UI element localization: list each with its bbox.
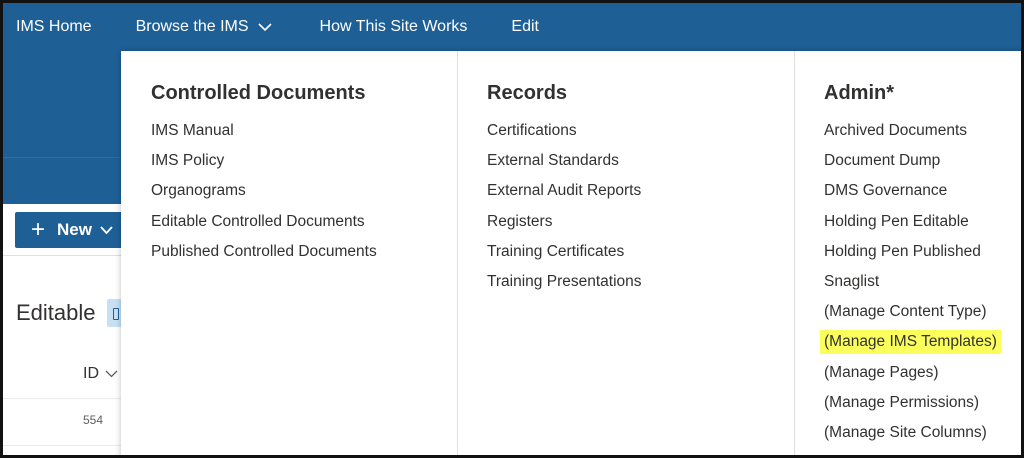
menu-link[interactable]: Snaglist bbox=[824, 271, 1001, 301]
chevron-down-icon bbox=[100, 225, 113, 234]
column-header-id[interactable]: ID bbox=[83, 365, 118, 383]
menu-link[interactable]: Certifications bbox=[487, 120, 642, 150]
table-row-id: 554 bbox=[83, 413, 104, 427]
menu-link[interactable]: Published Controlled Documents bbox=[151, 241, 377, 271]
command-bar-divider bbox=[3, 255, 121, 256]
menu-link[interactable]: Archived Documents bbox=[824, 120, 1001, 150]
browse-mega-menu: Controlled Documents IMS Manual IMS Poli… bbox=[121, 51, 1021, 455]
nav-browse-the-ims[interactable]: Browse the IMS bbox=[123, 18, 272, 36]
row-divider bbox=[3, 445, 121, 446]
menu-heading: Records bbox=[487, 82, 568, 104]
row-divider bbox=[3, 398, 121, 399]
menu-link-highlighted[interactable]: (Manage IMS Templates) bbox=[820, 330, 1001, 361]
menu-link[interactable]: Training Presentations bbox=[487, 271, 642, 301]
screenshot-frame: IMS Home Browse the IMS How This Site Wo… bbox=[0, 0, 1024, 458]
nav-edit[interactable]: Edit bbox=[498, 18, 539, 36]
top-navigation-bar: IMS Home Browse the IMS How This Site Wo… bbox=[3, 3, 1021, 51]
menu-link[interactable]: Training Certificates bbox=[487, 241, 642, 271]
new-button[interactable]: + New bbox=[15, 212, 135, 248]
menu-column-controlled-documents: Controlled Documents IMS Manual IMS Poli… bbox=[121, 51, 457, 455]
menu-link[interactable]: Holding Pen Published bbox=[824, 241, 1001, 271]
menu-link[interactable]: (Manage Content Type) bbox=[824, 301, 1001, 331]
column-header-id-label: ID bbox=[83, 365, 99, 382]
menu-link[interactable]: External Audit Reports bbox=[487, 180, 642, 210]
chevron-down-icon bbox=[105, 370, 118, 378]
menu-link[interactable]: Editable Controlled Documents bbox=[151, 211, 377, 241]
menu-heading: Admin* bbox=[824, 82, 894, 104]
nav-how-this-site-works[interactable]: How This Site Works bbox=[307, 18, 468, 36]
new-button-label: New bbox=[57, 220, 92, 239]
nav-browse-label: Browse the IMS bbox=[135, 18, 249, 35]
list-title: Editable bbox=[16, 300, 96, 325]
menu-link[interactable]: (Manage Pages) bbox=[824, 362, 1001, 392]
menu-column-records: Records Certifications External Standard… bbox=[457, 51, 794, 455]
menu-link[interactable]: IMS Manual bbox=[151, 120, 377, 150]
plus-icon: + bbox=[31, 216, 46, 243]
menu-link[interactable]: External Standards bbox=[487, 150, 642, 180]
menu-heading: Controlled Documents bbox=[151, 82, 366, 104]
nav-ims-home[interactable]: IMS Home bbox=[3, 18, 92, 36]
menu-link[interactable]: Organograms bbox=[151, 180, 377, 210]
highlighted-link-label: (Manage IMS Templates) bbox=[820, 330, 1001, 355]
menu-link[interactable]: Holding Pen Editable bbox=[824, 211, 1001, 241]
menu-link[interactable]: (Manage Permissions) bbox=[824, 392, 1001, 422]
menu-link[interactable]: Registers bbox=[487, 211, 642, 241]
menu-link[interactable]: Document Dump bbox=[824, 150, 1001, 180]
menu-link[interactable]: DMS Governance bbox=[824, 180, 1001, 210]
menu-column-admin: Admin* Archived Documents Document Dump … bbox=[794, 51, 1021, 455]
menu-link[interactable]: IMS Policy bbox=[151, 150, 377, 180]
chevron-down-icon bbox=[257, 22, 272, 31]
menu-link[interactable]: (Manage Site Columns) bbox=[824, 422, 1001, 452]
